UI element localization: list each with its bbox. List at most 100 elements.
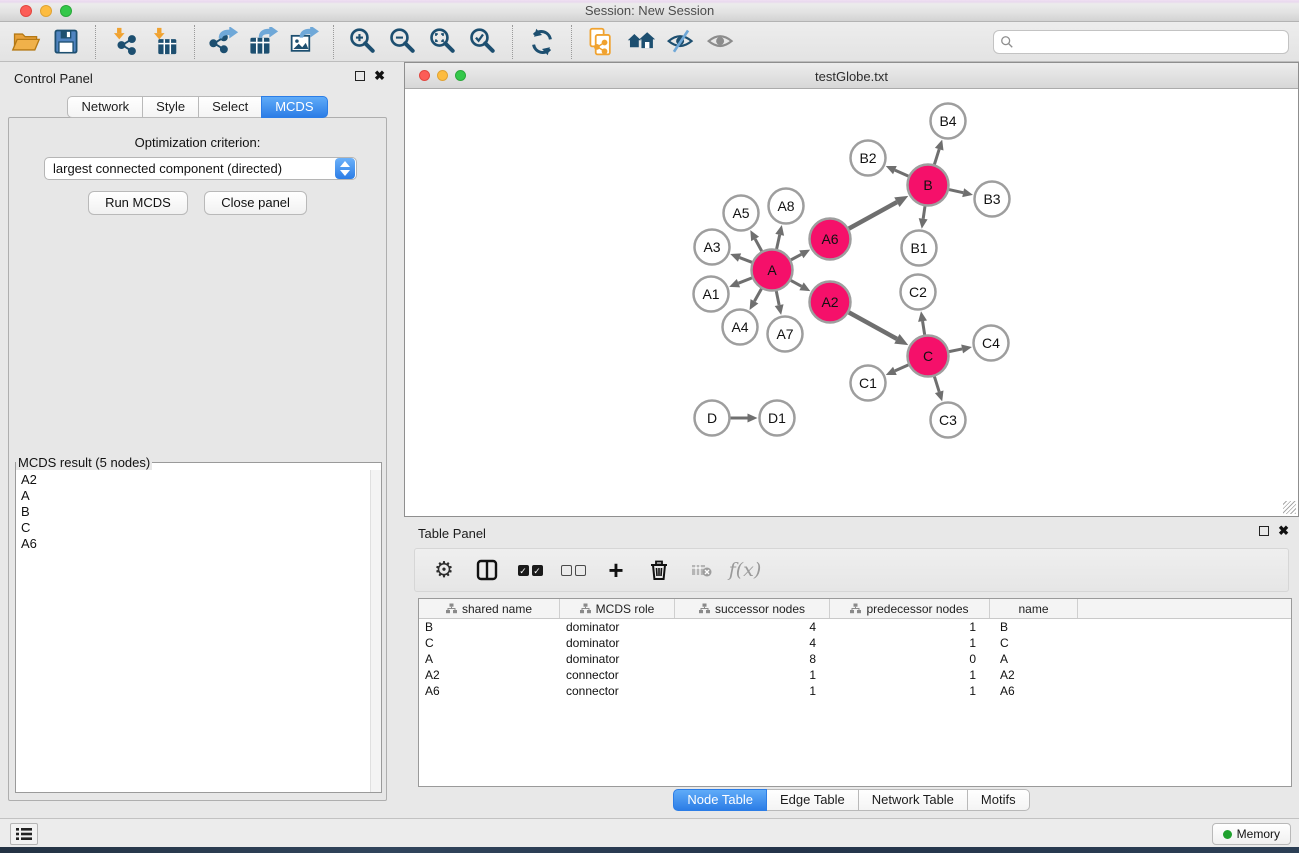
show-column-dialog-icon[interactable]: [474, 557, 500, 583]
table-row[interactable]: A6connector11A6: [419, 683, 1291, 699]
table-cell[interactable]: A6: [990, 683, 1078, 699]
duplicate-network-button[interactable]: [581, 24, 621, 60]
table-cell[interactable]: dominator: [560, 635, 675, 651]
table-cell[interactable]: 4: [675, 635, 830, 651]
create-column-icon[interactable]: +: [603, 557, 629, 583]
edge-A-A5[interactable]: [750, 230, 761, 251]
node-A5[interactable]: A5: [724, 196, 759, 231]
node-A6[interactable]: A6: [810, 219, 851, 260]
tab-node-table[interactable]: Node Table: [673, 789, 767, 811]
node-C1[interactable]: C1: [851, 366, 886, 401]
open-session-homes-button[interactable]: [621, 24, 661, 60]
table-cell[interactable]: B: [990, 619, 1078, 635]
tab-network-table[interactable]: Network Table: [858, 789, 968, 811]
zoom-fit-button[interactable]: [423, 24, 463, 60]
node-A4[interactable]: A4: [723, 310, 758, 345]
table-cell[interactable]: 1: [675, 683, 830, 699]
tab-mcds[interactable]: MCDS: [261, 96, 327, 118]
table-cell[interactable]: dominator: [560, 619, 675, 635]
table-cell[interactable]: 1: [830, 667, 990, 683]
result-scrollbar[interactable]: [370, 470, 381, 792]
edge-B-B4[interactable]: [934, 140, 943, 165]
show-graphics-button[interactable]: [701, 24, 741, 60]
edge-B-B2[interactable]: [886, 166, 909, 176]
mcds-result-item[interactable]: A6: [21, 536, 370, 552]
edge-A-A2[interactable]: [791, 280, 810, 291]
edge-A-A7[interactable]: [775, 291, 784, 315]
column-header-name[interactable]: name: [990, 599, 1078, 618]
import-network-button[interactable]: [105, 24, 145, 60]
delete-columns-icon[interactable]: [646, 557, 672, 583]
table-cell[interactable]: dominator: [560, 651, 675, 667]
table-cell[interactable]: 1: [830, 619, 990, 635]
export-image-button[interactable]: [284, 24, 324, 60]
close-panel-button[interactable]: Close panel: [204, 191, 307, 215]
hide-graphics-button[interactable]: [661, 24, 701, 60]
column-settings-gear-icon[interactable]: ⚙: [431, 557, 457, 583]
optimization-criterion-dropdown[interactable]: largest connected component (directed): [44, 157, 357, 180]
close-panel-icon[interactable]: ✖: [374, 71, 385, 81]
float-table-panel-icon[interactable]: [1259, 526, 1269, 536]
node-A8[interactable]: A8: [769, 189, 804, 224]
table-cell[interactable]: C: [419, 635, 560, 651]
edge-B-B3[interactable]: [949, 188, 973, 197]
table-cell[interactable]: 8: [675, 651, 830, 667]
mcds-result-item[interactable]: A2: [21, 472, 370, 488]
search-box[interactable]: [993, 30, 1289, 54]
table-cell[interactable]: 0: [830, 651, 990, 667]
run-mcds-button[interactable]: Run MCDS: [88, 191, 188, 215]
node-D1[interactable]: D1: [760, 401, 795, 436]
edge-A6-B[interactable]: [849, 196, 908, 229]
tab-edge-table[interactable]: Edge Table: [766, 789, 859, 811]
node-C3[interactable]: C3: [931, 403, 966, 438]
table-cell[interactable]: B: [419, 619, 560, 635]
export-table-button[interactable]: [244, 24, 284, 60]
node-A2[interactable]: A2: [810, 282, 851, 323]
zoom-selected-button[interactable]: [463, 24, 503, 60]
window-resize-grip[interactable]: [1283, 501, 1296, 514]
node-A1[interactable]: A1: [694, 277, 729, 312]
mcds-result-item[interactable]: A: [21, 488, 370, 504]
node-B3[interactable]: B3: [975, 182, 1010, 217]
table-cell[interactable]: 1: [830, 635, 990, 651]
edge-C-C2[interactable]: [918, 311, 927, 334]
node-A7[interactable]: A7: [768, 317, 803, 352]
node-A[interactable]: A: [752, 250, 793, 291]
node-C[interactable]: C: [908, 336, 949, 377]
table-cell[interactable]: connector: [560, 667, 675, 683]
edge-A-A3[interactable]: [730, 253, 752, 262]
table-cell[interactable]: connector: [560, 683, 675, 699]
close-table-panel-icon[interactable]: ✖: [1278, 526, 1289, 536]
save-session-button[interactable]: [46, 24, 86, 60]
node-B4[interactable]: B4: [931, 104, 966, 139]
export-network-button[interactable]: [204, 24, 244, 60]
float-panel-icon[interactable]: [355, 71, 365, 81]
edge-A-A1[interactable]: [729, 278, 752, 288]
node-B2[interactable]: B2: [851, 141, 886, 176]
edge-C-C3[interactable]: [934, 377, 943, 402]
table-cell[interactable]: C: [990, 635, 1078, 651]
node-D[interactable]: D: [695, 401, 730, 436]
deselect-all-columns-icon[interactable]: [560, 557, 586, 583]
zoom-out-button[interactable]: [383, 24, 423, 60]
node-C2[interactable]: C2: [901, 275, 936, 310]
column-header-successor-nodes[interactable]: successor nodes: [675, 599, 830, 618]
table-row[interactable]: Adominator80A: [419, 651, 1291, 667]
table-cell[interactable]: 4: [675, 619, 830, 635]
column-header-shared-name[interactable]: shared name: [419, 599, 560, 618]
memory-button[interactable]: Memory: [1212, 823, 1291, 845]
node-C4[interactable]: C4: [974, 326, 1009, 361]
mcds-result-item[interactable]: B: [21, 504, 370, 520]
select-all-columns-icon[interactable]: ✓✓: [517, 557, 543, 583]
mcds-result-item[interactable]: C: [21, 520, 370, 536]
node-A3[interactable]: A3: [695, 230, 730, 265]
table-cell[interactable]: A6: [419, 683, 560, 699]
tab-select[interactable]: Select: [198, 96, 262, 118]
node-B1[interactable]: B1: [902, 231, 937, 266]
column-header-predecessor-nodes[interactable]: predecessor nodes: [830, 599, 990, 618]
edge-C-C1[interactable]: [886, 365, 909, 375]
edge-A-A8[interactable]: [775, 225, 784, 249]
table-cell[interactable]: A2: [990, 667, 1078, 683]
tab-motifs[interactable]: Motifs: [967, 789, 1030, 811]
refresh-button[interactable]: [522, 24, 562, 60]
